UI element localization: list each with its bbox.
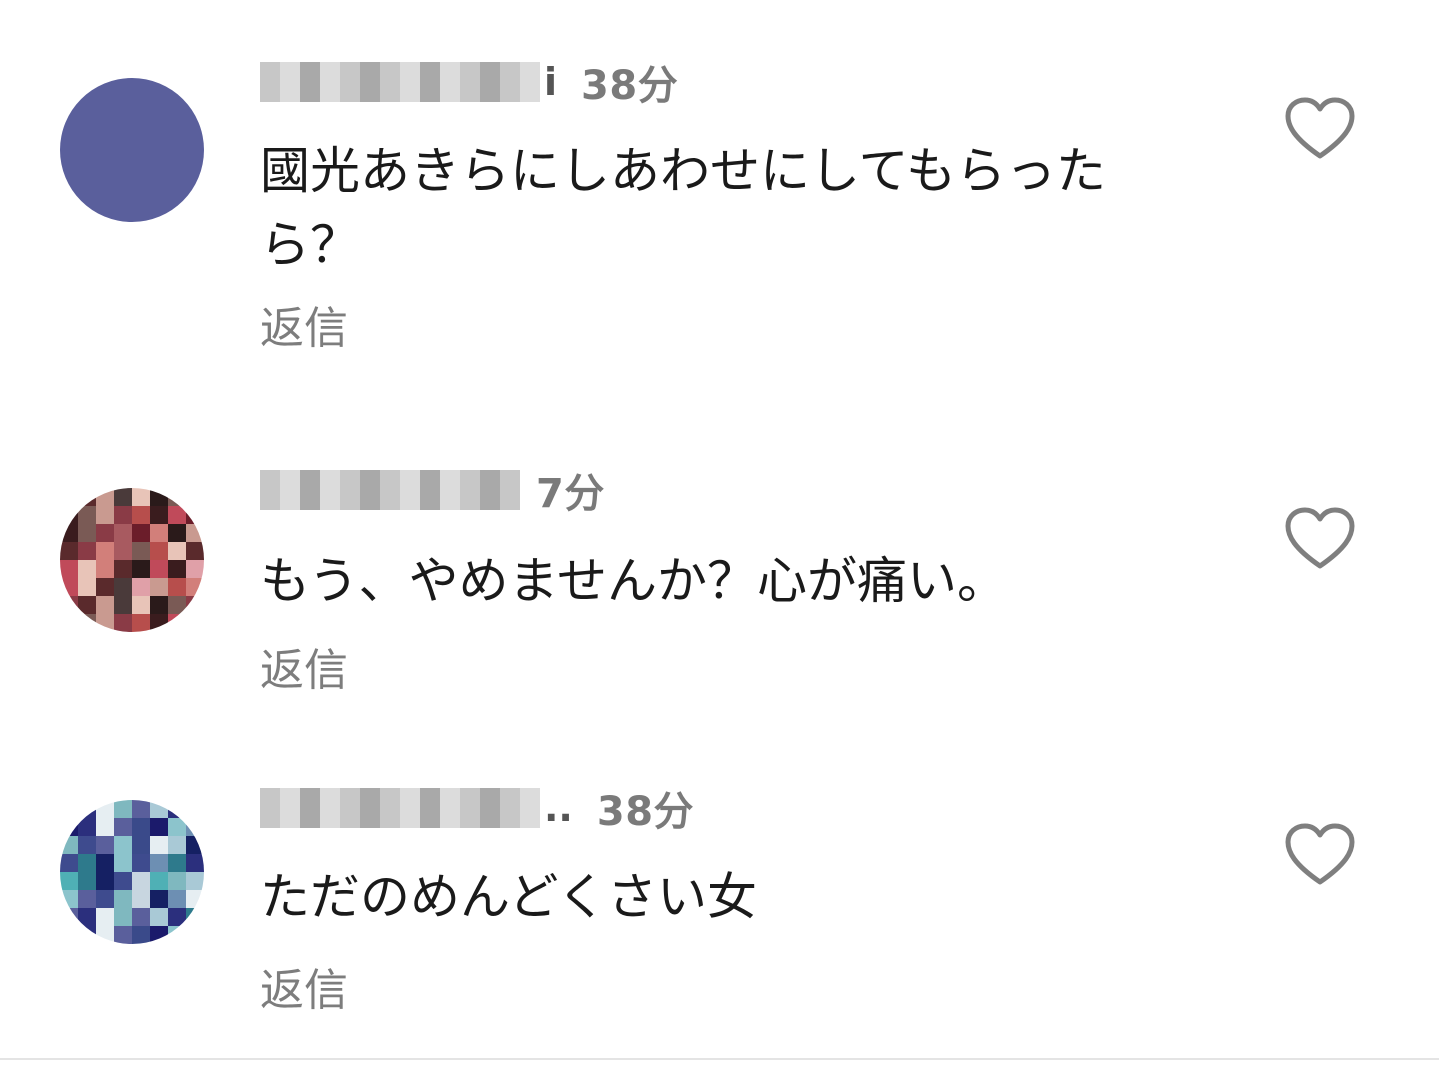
username-blurred[interactable] (260, 788, 540, 828)
comment-meta: 7分 (260, 460, 605, 520)
comment-meta: .. 38分 (260, 778, 694, 838)
comment-meta: i 38分 (260, 52, 678, 112)
username-suffix: .. (544, 786, 573, 830)
username-blurred[interactable] (260, 62, 540, 102)
heart-outline-icon (1285, 823, 1355, 885)
reply-button[interactable]: 返信 (260, 292, 348, 356)
comment-text: もう、やめませんか？心が痛い。 (260, 552, 1007, 610)
username-blurred[interactable] (260, 470, 520, 510)
comment-time: 38分 (596, 789, 695, 835)
divider (0, 1058, 1439, 1060)
reply-button[interactable]: 返信 (260, 954, 348, 1018)
heart-outline-icon (1285, 97, 1355, 159)
comment-text: 國光あきらにしあわせにしてもらったら？ (260, 142, 1106, 274)
avatar[interactable] (60, 488, 204, 632)
like-button[interactable] (1284, 506, 1356, 572)
heart-outline-icon (1285, 507, 1355, 569)
reply-button[interactable]: 返信 (260, 634, 348, 698)
avatar[interactable] (60, 800, 204, 944)
like-button[interactable] (1284, 822, 1356, 888)
comment-text: ただのめんどくさい女 (260, 868, 757, 926)
username-suffix: i (544, 60, 558, 104)
like-button[interactable] (1284, 96, 1356, 162)
avatar[interactable] (60, 78, 204, 222)
comment-time: 7分 (536, 471, 605, 517)
comment-time: 38分 (581, 63, 679, 109)
